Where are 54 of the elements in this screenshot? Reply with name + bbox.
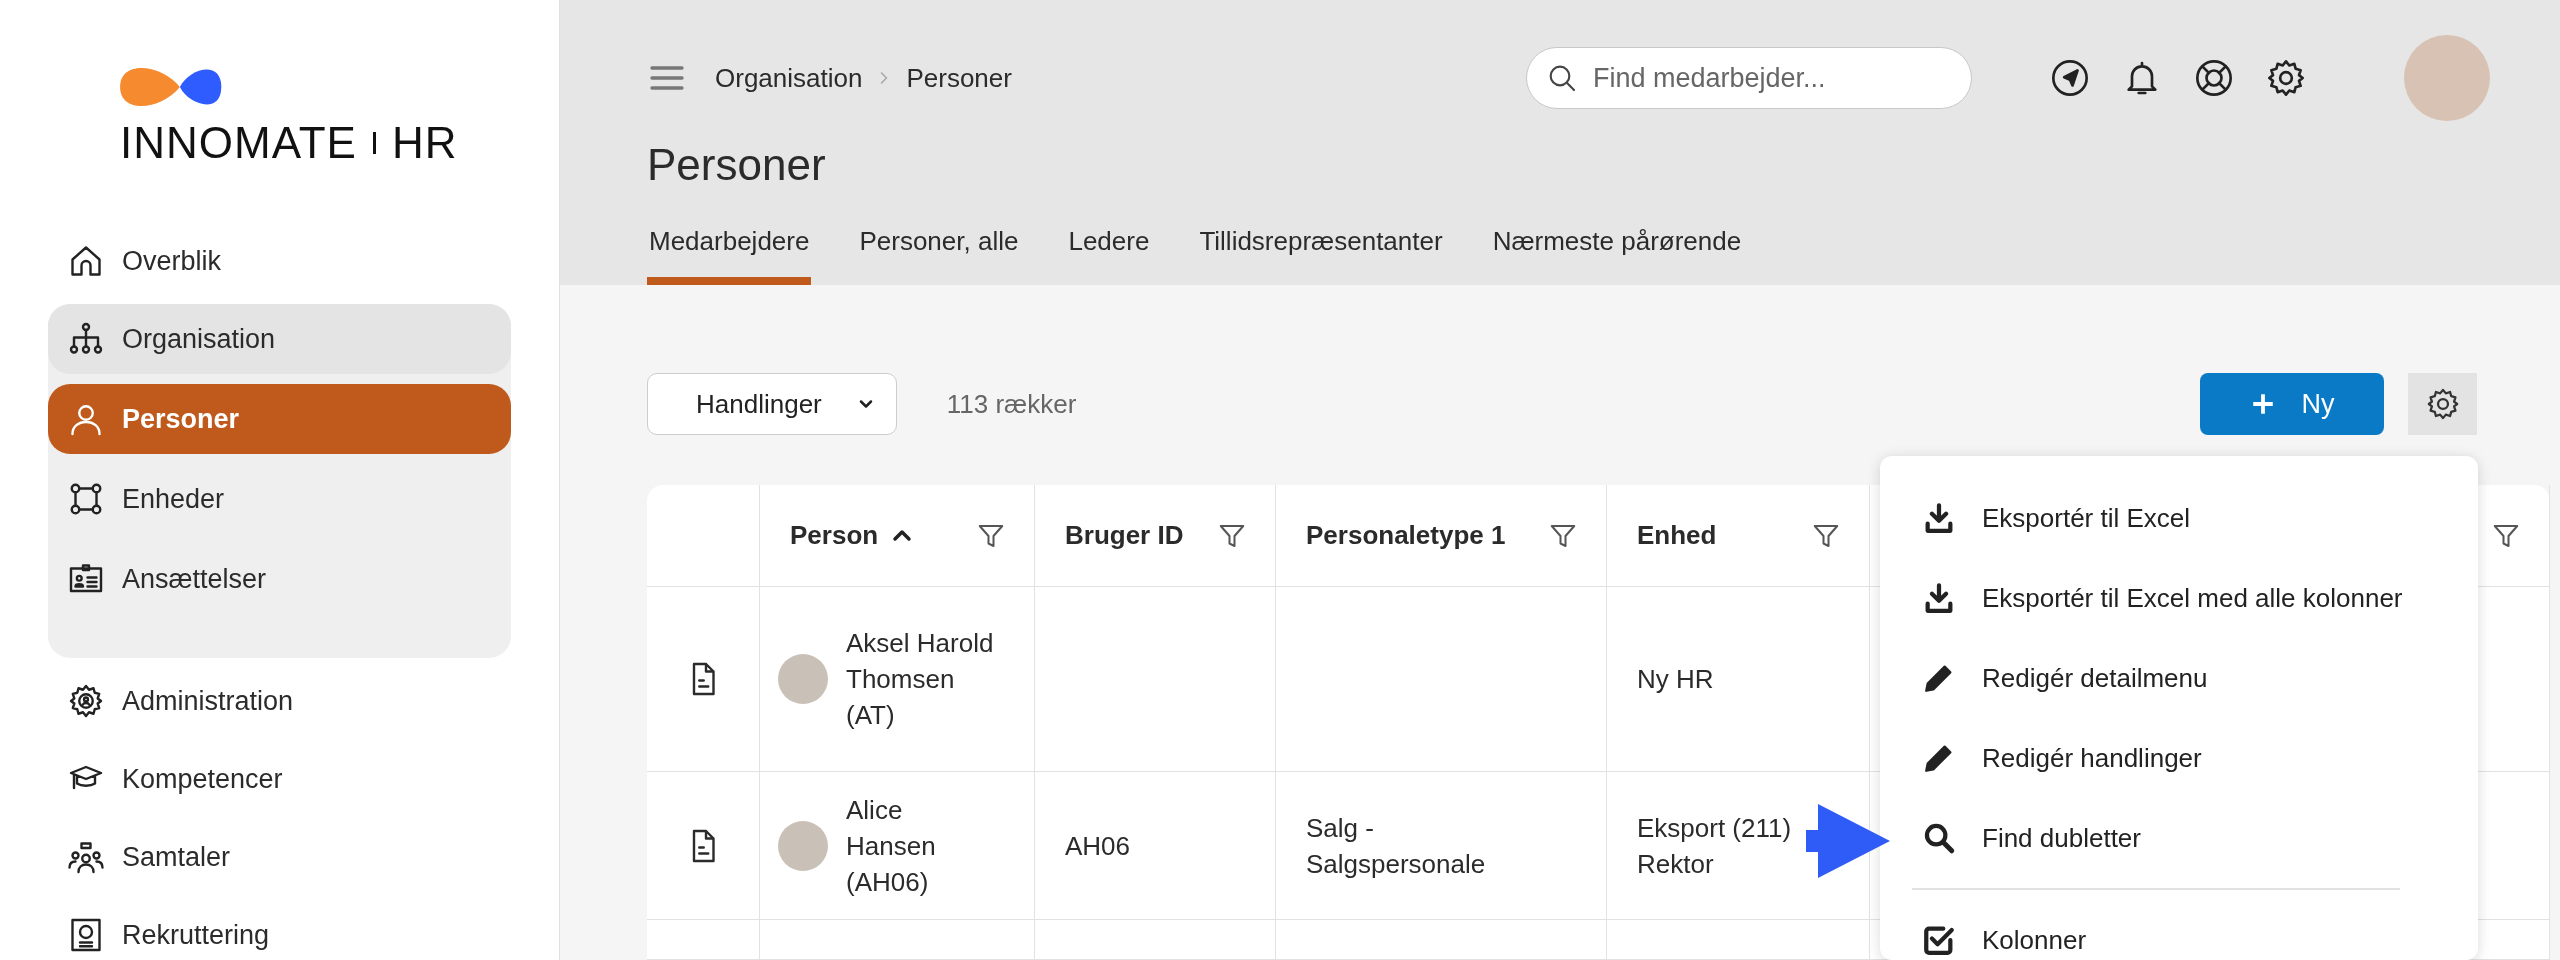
settings-button[interactable]: [2408, 373, 2477, 435]
page-title: Personer: [647, 140, 827, 190]
new-button[interactable]: Ny: [2200, 373, 2384, 435]
cell-text: AH06: [1065, 829, 1131, 863]
logo-divider: [372, 132, 376, 154]
navigation-icon[interactable]: [2050, 58, 2090, 98]
nav-item[interactable]: Rekruttering: [48, 900, 511, 960]
menu-item[interactable]: Eksportér til Excel med alle kolonner: [1880, 558, 2478, 638]
nodes-icon: [68, 481, 104, 517]
menu-item[interactable]: Kolonner: [1880, 900, 2478, 960]
nav-item[interactable]: Ansættelser: [48, 544, 511, 614]
tab[interactable]: Ledere: [1066, 226, 1152, 285]
person-name[interactable]: Aksel Harold Thomsen (AT): [846, 625, 996, 733]
nav-item[interactable]: Personer: [48, 384, 511, 454]
person-name[interactable]: Alice Hansen (AH06): [846, 791, 996, 900]
gear-person-icon: [68, 683, 104, 719]
search-icon: [1922, 821, 1956, 855]
search-field[interactable]: Find medarbejder...: [1526, 47, 1972, 109]
portrait-icon: [68, 917, 104, 953]
nav-item[interactable]: Overblik: [48, 226, 511, 296]
tab[interactable]: Personer, alle: [857, 226, 1021, 285]
menu-item[interactable]: Eksportér til Excel: [1880, 478, 2478, 558]
menu-item[interactable]: Redigér detailmenu: [1880, 638, 2478, 718]
avatar: [778, 654, 828, 704]
column-header[interactable]: Enhed: [1607, 485, 1870, 587]
cell-text: Eksport (211) Rektor: [1637, 811, 1793, 881]
tab[interactable]: Nærmeste pårørende: [1490, 226, 1744, 285]
breadcrumb-current: Personer: [906, 62, 1012, 94]
logo-product: HR: [391, 118, 458, 168]
breadcrumb-link[interactable]: Organisation: [715, 62, 863, 94]
nav-item[interactable]: Kompetencer: [48, 744, 511, 814]
cell-text: Ny HR: [1637, 663, 1714, 696]
nav-item[interactable]: Organisation: [48, 304, 511, 374]
tab[interactable]: Tillidsrepræsentanter: [1197, 226, 1445, 285]
column-header[interactable]: Person: [760, 485, 1035, 587]
people-icon: [68, 839, 104, 875]
hierarchy-icon: [68, 321, 104, 357]
logo-wordmark: INNOMATE: [120, 118, 357, 168]
cell-text: Salg - Salgspersonale: [1306, 811, 1487, 881]
actions-dropdown[interactable]: Handlinger: [647, 373, 897, 435]
lifebuoy-icon[interactable]: [2194, 58, 2234, 98]
nav-item[interactable]: Samtaler: [48, 822, 511, 892]
nav-item[interactable]: Administration: [48, 666, 511, 736]
nav-item[interactable]: Enheder: [48, 464, 511, 534]
menu-item[interactable]: Redigér handlinger: [1880, 718, 2478, 798]
avatar: [778, 820, 828, 871]
settings-icon: [2425, 387, 2460, 421]
home-icon: [68, 243, 104, 279]
tab[interactable]: Medarbejdere: [647, 226, 812, 285]
settings-icon[interactable]: [2266, 58, 2306, 98]
row-count: 113 rækker: [946, 388, 1077, 420]
menu-item[interactable]: Find dubletter: [1880, 798, 2478, 878]
column-header[interactable]: Personaletype 1: [1276, 485, 1607, 587]
column-header[interactable]: Bruger ID: [1035, 485, 1276, 587]
